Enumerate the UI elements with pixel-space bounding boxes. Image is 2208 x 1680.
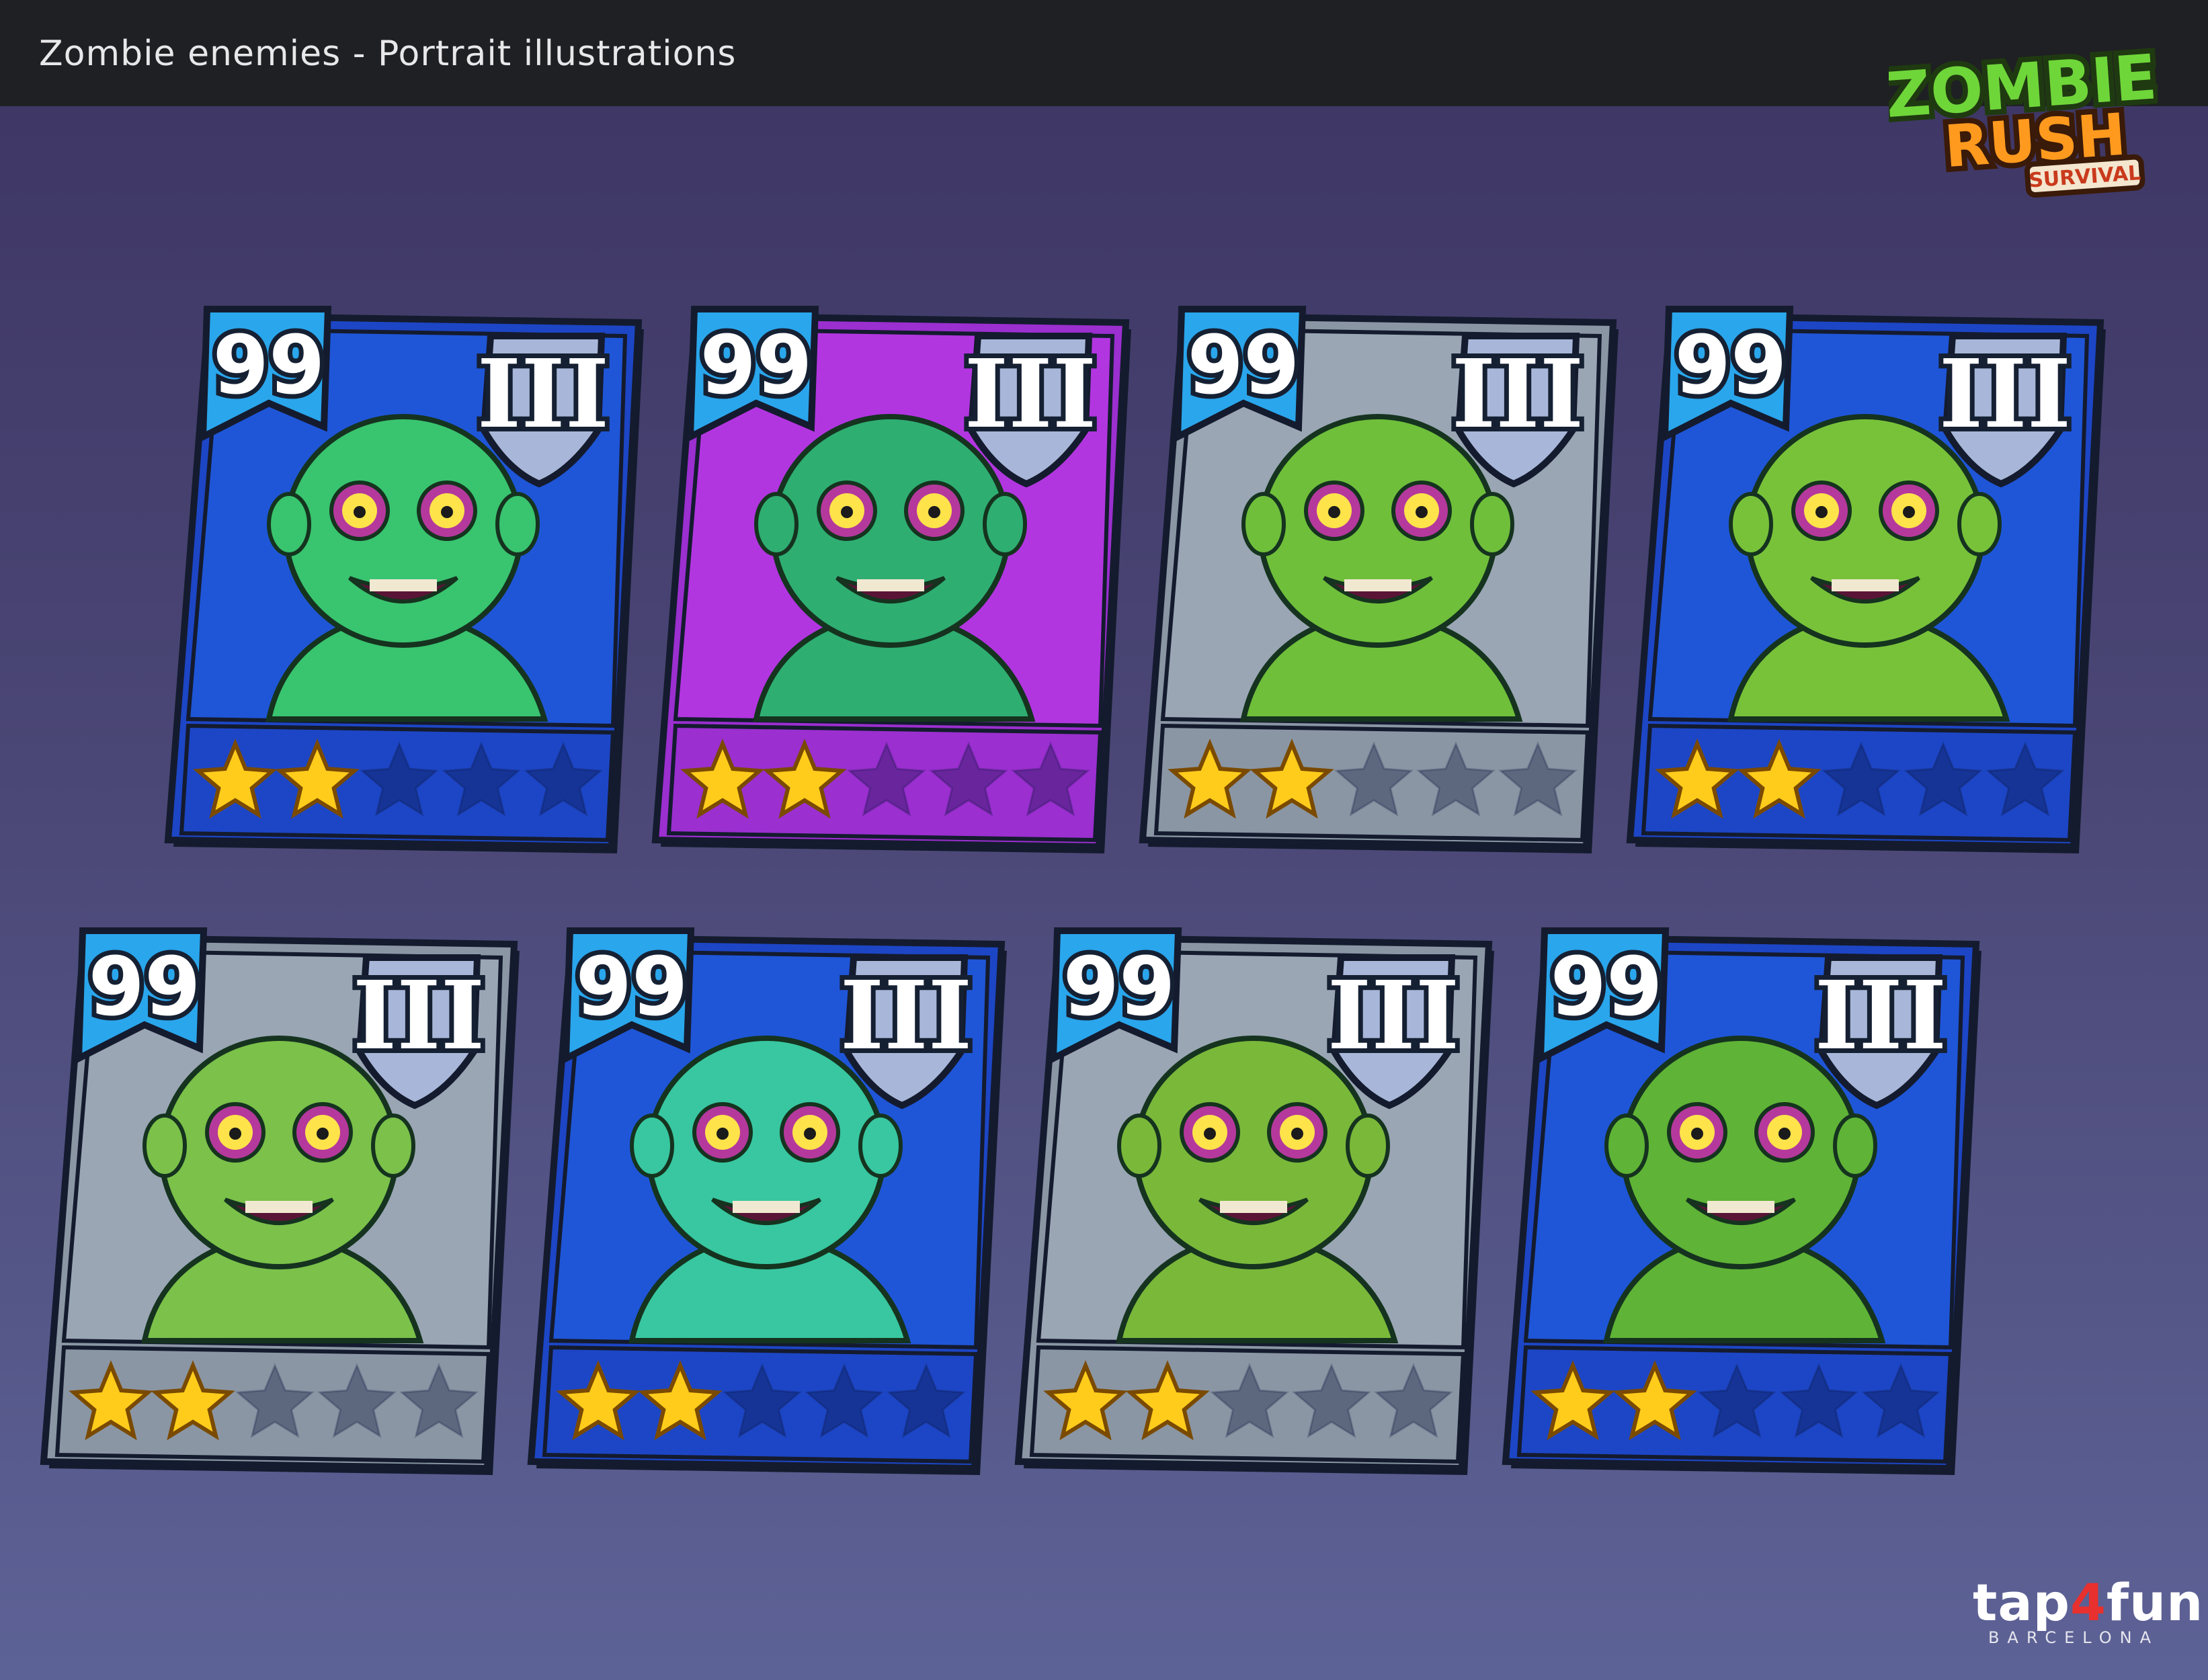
star-rating [666,723,1103,843]
zombie-card-4[interactable]: 99 III [1626,306,2106,853]
card-graphic: 99 III [527,927,1007,1475]
level-value: 99 [1675,319,1787,413]
rank-value: III [965,339,1096,450]
zombie-card-7[interactable]: 99 III [1014,927,1494,1475]
card-graphic: 99 III [40,927,520,1475]
zombie-card-6[interactable]: 99 III [527,927,1007,1475]
level-value: 99 [1188,319,1300,413]
star-rating [1153,723,1590,843]
publisher-city: BARCELONA [1988,1628,2160,1647]
star-rating [179,723,616,843]
zombie-card-5[interactable]: 99 III [40,927,520,1475]
title-bar: Zombie enemies - Portrait illustrations [0,0,2208,106]
card-graphic: 99 III [1502,927,1981,1475]
card-graphic: 99 III [1014,927,1494,1475]
rank-value: III [1815,961,1947,1071]
level-value: 99 [700,319,813,413]
star-rating [1516,1345,1953,1464]
publisher-logo: tap4fun BARCELONA [1973,1572,2204,1647]
rank-value: III [353,961,485,1071]
star-rating [542,1345,979,1464]
rank-value: III [1452,339,1584,450]
rank-value: III [477,339,609,450]
level-value: 99 [89,941,201,1034]
zombie-card-1[interactable]: 99 III [164,306,644,853]
zombie-card-3[interactable]: 99 III [1139,306,1619,853]
card-graphic: 99 III [164,306,644,853]
zombie-rush-survival-logo: ZOMBIE RUSH SURVIVAL [1889,36,2158,198]
level-value: 99 [576,941,688,1034]
card-graphic: 99 III [1626,306,2106,853]
level-value: 99 [1551,941,1663,1034]
card-graphic: 99 III [651,306,1131,853]
rank-value: III [1939,339,2071,450]
rank-value: III [1327,961,1459,1071]
rank-value: III [840,961,972,1071]
card-graphic: 99 III [1139,306,1619,853]
page-title: Zombie enemies - Portrait illustrations [39,34,737,74]
level-value: 99 [213,319,325,413]
star-rating [1641,723,2078,843]
star-rating [54,1345,491,1464]
level-value: 99 [1063,941,1176,1034]
publisher-name: tap4fun [1973,1572,2204,1632]
zombie-card-2[interactable]: 99 III [651,306,1131,853]
star-rating [1029,1345,1466,1464]
zombie-card-8[interactable]: 99 III [1502,927,1981,1475]
